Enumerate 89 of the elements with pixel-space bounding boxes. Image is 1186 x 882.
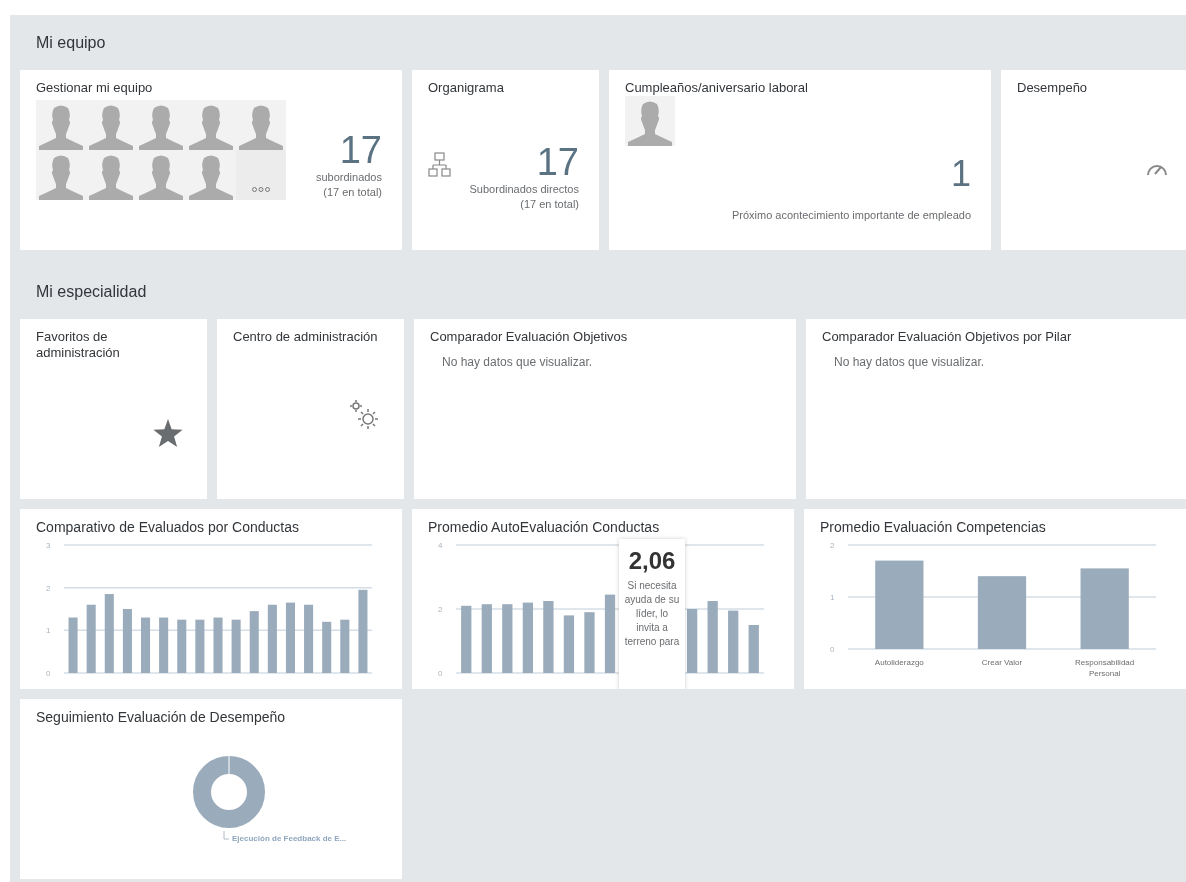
bar	[86, 604, 96, 673]
avatar-placeholder	[36, 100, 86, 150]
axis-tick-label: 0	[438, 669, 443, 678]
axis-tick-label: 2	[830, 541, 835, 550]
tile-caption: Subordinados directos	[469, 182, 579, 197]
tile[interactable]: Promedio AutoEvaluación Conductas 0 2 4 2,06 Si necesita ayuda de su líder, lo invita a terreno para	[412, 509, 794, 689]
bar	[122, 609, 132, 673]
bar	[461, 605, 472, 673]
tile[interactable]: Promedio Evaluación Competencias 0 1 2 Autoliderazgo Crear Valor Responsabilidad Personal	[804, 509, 1186, 689]
tile-caption: Próximo acontecimiento importante de empleado	[730, 208, 971, 223]
tile[interactable]: Gestionar mi equipo 17 subordinados (17 en total)	[20, 70, 402, 250]
tile-title: Comparador Evaluación Objetivos por Pilar	[822, 329, 1073, 345]
tile[interactable]: Comparador Evaluación Objetivos por Pilar No hay datos que visualizar.	[806, 319, 1186, 499]
bar	[177, 619, 187, 673]
tile-title: Organigrama	[428, 80, 505, 96]
category-label: Autoliderazgo	[874, 658, 924, 667]
no-data-message: No hay datos que visualizar.	[441, 354, 594, 371]
tile-title: Comparador Evaluación Objetivos	[430, 329, 629, 345]
axis-tick-label: 3	[46, 541, 51, 550]
bar	[502, 604, 513, 673]
category-label: Crear Valor	[981, 658, 1023, 667]
bar	[249, 611, 259, 673]
count-number: 1	[950, 154, 971, 194]
tile-title: Cumpleaños/aniversario laboral	[625, 80, 809, 96]
bar	[563, 615, 575, 673]
bar	[481, 604, 492, 673]
tooltip-text: Si necesita ayuda de su líder, lo invita a terreno para	[623, 579, 681, 649]
org-chart-icon	[428, 152, 452, 178]
axis-tick-label: 4	[438, 541, 443, 550]
bar	[159, 617, 169, 673]
gears-icon	[348, 399, 380, 431]
axis-tick-label: 0	[46, 669, 51, 678]
avatar-placeholder	[625, 96, 675, 146]
tile[interactable]: Desempeño	[1001, 70, 1186, 250]
bar	[522, 602, 533, 673]
tile-title: Centro de administración	[233, 329, 379, 345]
bar	[213, 617, 223, 673]
bar	[584, 612, 595, 673]
bar	[543, 601, 554, 673]
axis-tick-label: 2	[438, 605, 443, 614]
avatar-placeholder	[236, 100, 286, 150]
bar	[141, 617, 151, 673]
bar	[340, 619, 350, 673]
star-icon	[153, 419, 183, 447]
count-number: 17	[339, 130, 382, 170]
tile[interactable]: Seguimiento Evaluación de Desempeño Ejecución de Feedback de E...	[20, 699, 402, 879]
bar	[304, 604, 314, 673]
leader-line	[223, 831, 229, 841]
tile-caption: (17 en total)	[520, 197, 579, 212]
tile[interactable]: Organigrama 17 Subordinados directos (17 en total)	[412, 70, 599, 250]
category-label: Responsabilidad Personal	[1075, 658, 1135, 678]
tile-title: Promedio Evaluación Competencias	[820, 519, 1047, 535]
bar	[231, 619, 241, 673]
bar	[728, 610, 739, 673]
more-icon	[252, 187, 270, 192]
tile-title: Comparativo de Evaluados por Conductas	[36, 519, 301, 535]
tile-title: Promedio AutoEvaluación Conductas	[428, 519, 661, 535]
axis-tick-label: 2	[46, 583, 51, 593]
bar	[707, 601, 718, 673]
tile-title: Desempeño	[1017, 80, 1089, 96]
tile-title: Seguimiento Evaluación de Desempeño	[36, 709, 287, 725]
bar	[195, 619, 205, 673]
bar	[68, 617, 78, 673]
axis-tick-label: 0	[830, 645, 835, 654]
tile[interactable]: Comparativo de Evaluados por Conductas 0 1 2 3	[20, 509, 402, 689]
bar	[322, 621, 332, 673]
tile[interactable]: Centro de administración	[217, 319, 404, 499]
tile[interactable]: Comparador Evaluación Objetivos No hay datos que visualizar.	[414, 319, 796, 499]
count-number: 17	[536, 142, 579, 182]
tile-caption: (17 en total)	[323, 185, 382, 200]
tile[interactable]: Cumpleaños/aniversario laboral 1 Próximo acontecimiento importante de empleado	[609, 70, 991, 250]
tile-title: Favoritos de administración	[36, 329, 121, 361]
axis-tick-label: 1	[830, 593, 835, 602]
avatar-placeholder	[36, 150, 86, 200]
donut-slice-label: Ejecución de Feedback de E...	[232, 833, 347, 845]
tooltip-value: 2,06	[628, 547, 676, 575]
bar	[687, 609, 698, 673]
bar	[267, 604, 277, 673]
section-title: Mi especialidad	[36, 281, 147, 302]
bar	[748, 625, 759, 673]
bar	[285, 602, 295, 673]
avatar-placeholder	[186, 150, 236, 200]
tile[interactable]: Favoritos de administración	[20, 319, 207, 499]
tile-title: Gestionar mi equipo	[36, 80, 154, 96]
section-title: Mi equipo	[36, 32, 106, 53]
no-data-message: No hay datos que visualizar.	[833, 354, 986, 371]
axis-tick-label: 1	[46, 626, 51, 636]
more-avatars-button[interactable]	[236, 150, 286, 200]
tile-caption: subordinados	[315, 170, 382, 185]
